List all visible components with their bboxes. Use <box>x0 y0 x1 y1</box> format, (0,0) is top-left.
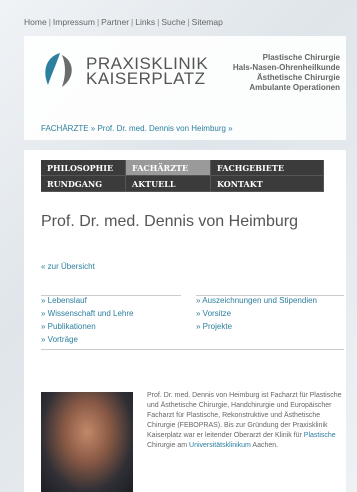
link-vorsitze[interactable]: » Vorsitze <box>196 309 231 318</box>
top-nav-suche[interactable]: Suche <box>161 17 185 27</box>
link-lebenslauf[interactable]: » Lebenslauf <box>41 296 87 305</box>
menu-item-fachaerzte[interactable]: FACHÄRZTE <box>126 160 211 176</box>
top-navigation: Home | Impressum | Partner | Links | Suche | Sitem… <box>24 17 223 27</box>
clinic-logo-icon[interactable] <box>40 51 78 89</box>
link-auszeichnungen[interactable]: » Auszeichnungen und Stipendien <box>196 296 317 305</box>
link-vortraege[interactable]: » Vorträge <box>41 335 78 344</box>
menu-item-rundgang[interactable]: RUNDGANG <box>41 176 126 192</box>
menu-item-aktuell[interactable]: AKTUELL <box>126 176 211 192</box>
doctor-portrait <box>41 392 133 492</box>
menu-item-kontakt[interactable]: KONTAKT <box>211 176 324 192</box>
menu-item-philosophie[interactable]: PHILOSOPHIE <box>41 160 126 176</box>
main-content: PHILOSOPHIE FACHÄRZTE FACHGEBIETE RUNDGA… <box>24 150 346 492</box>
link-projekte[interactable]: » Projekte <box>196 322 232 331</box>
service-item: Ambulante Operationen <box>249 83 340 92</box>
service-item: Ästhetische Chirurgie <box>256 73 340 82</box>
top-nav-sitemap[interactable]: Sitemap <box>192 17 223 27</box>
main-menu: PHILOSOPHIE FACHÄRZTE FACHGEBIETE RUNDGA… <box>41 160 324 192</box>
link-publikationen[interactable]: » Publikationen <box>41 322 96 331</box>
bio-highlight[interactable]: Plastische <box>304 432 336 439</box>
breadcrumb[interactable]: FACHÄRZTE » Prof. Dr. med. Dennis von He… <box>41 124 233 133</box>
services-list: Plastische Chirurgie Hals-Nasen-Ohrenhei… <box>233 53 340 93</box>
page-title: Prof. Dr. med. Dennis von Heimburg <box>41 213 298 230</box>
university-link[interactable]: Universitätsklinikum <box>189 442 251 449</box>
top-nav-links[interactable]: Links <box>135 17 155 27</box>
biography-text: Prof. Dr. med. Dennis von Heimburg ist F… <box>147 392 342 449</box>
service-item: Hals-Nasen-Ohrenheilkunde <box>232 63 340 72</box>
section-links: » Lebenslauf » Auszeichnungen und Stipen… <box>41 295 344 350</box>
top-nav-home[interactable]: Home <box>24 17 47 27</box>
menu-item-fachgebiete[interactable]: FACHGEBIETE <box>211 160 324 176</box>
back-to-overview-link[interactable]: « zur Übersicht <box>41 262 95 271</box>
top-nav-partner[interactable]: Partner <box>101 17 129 27</box>
header: PRAXISKLINIK KAISERPLATZ Plastische Chir… <box>24 36 346 140</box>
service-item: Plastische Chirurgie <box>262 53 340 62</box>
top-nav-impressum[interactable]: Impressum <box>53 17 95 27</box>
brand-line-2: KAISERPLATZ <box>86 69 206 88</box>
link-wissenschaft[interactable]: » Wissenschaft und Lehre <box>41 309 134 318</box>
